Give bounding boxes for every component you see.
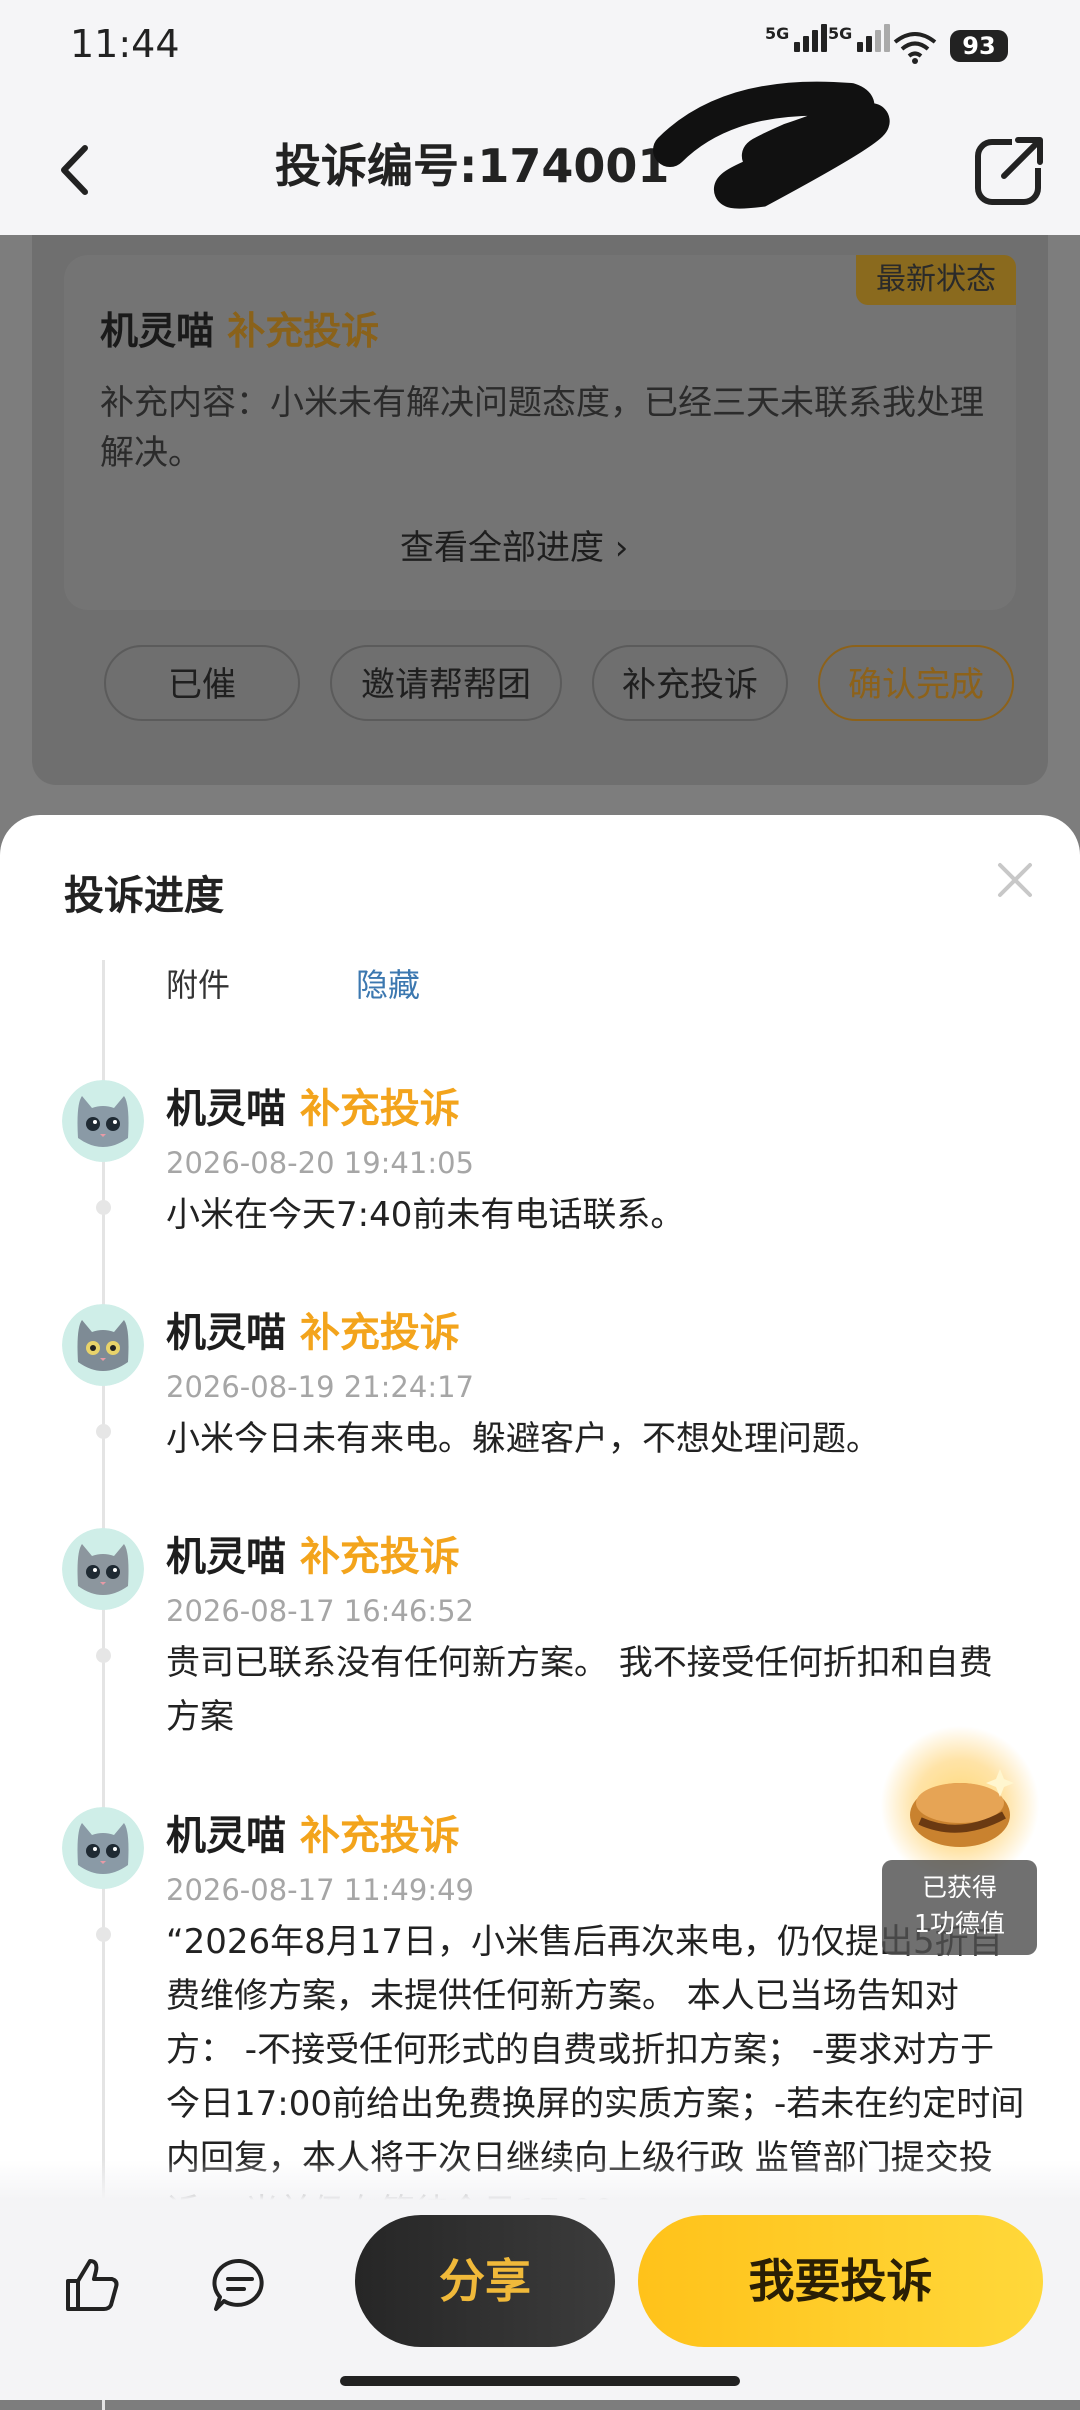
- timeline-dot: [96, 1200, 111, 1215]
- signal-icon-2: 5G: [828, 24, 891, 52]
- app-header: 投诉编号:174001: [0, 100, 1080, 235]
- entry-author: 机灵喵 补充投诉: [166, 1310, 460, 1356]
- cat-avatar-icon: [62, 1304, 144, 1386]
- entry-timestamp: 2026-08-20 19:41:05: [166, 1146, 474, 1180]
- signal-icon: 5G: [765, 24, 828, 52]
- battery-indicator: 93: [950, 30, 1008, 62]
- action-buttons-row: 已催 邀请帮帮团 补充投诉 确认完成: [104, 645, 1014, 721]
- latest-status-badge: 最新状态: [856, 255, 1016, 305]
- latest-entry-author: 机灵喵 补充投诉: [100, 300, 379, 355]
- author-name: 机灵喵: [100, 309, 215, 353]
- entry-author: 机灵喵 补充投诉: [166, 1086, 460, 1132]
- hide-attachment-link[interactable]: 隐藏: [356, 960, 420, 1006]
- timeline-dot: [96, 1927, 111, 1942]
- thumbs-up-icon[interactable]: [62, 2255, 122, 2315]
- share-external-icon[interactable]: [970, 130, 1050, 210]
- back-arrow-icon[interactable]: [40, 130, 120, 210]
- cat-avatar-icon: [62, 1807, 144, 1889]
- comment-icon[interactable]: [210, 2255, 270, 2315]
- invite-help-group-button[interactable]: 邀请帮帮团: [330, 645, 562, 721]
- avatar: [62, 1528, 144, 1610]
- page-title: 投诉编号:174001: [275, 139, 670, 193]
- supplement-complaint-button[interactable]: 补充投诉: [592, 645, 788, 721]
- action-label: 补充投诉: [227, 309, 380, 353]
- sheet-title: 投诉进度: [64, 873, 224, 919]
- entry-timestamp: 2026-08-19 21:24:17: [166, 1370, 474, 1404]
- timeline-dot: [96, 1648, 111, 1663]
- redaction-scribble: [653, 81, 890, 209]
- entry-author: 机灵喵 补充投诉: [166, 1813, 460, 1859]
- close-icon[interactable]: [990, 855, 1040, 905]
- entry-text: 小米在今天7:40前未有电话联系。: [166, 1195, 685, 1235]
- entry-author: 机灵喵 补充投诉: [166, 1534, 460, 1580]
- attachment-label: 附件: [166, 966, 231, 1004]
- cat-avatar-icon: [62, 1528, 144, 1610]
- content-fade: [0, 2160, 1080, 2200]
- clock: 11:44: [70, 22, 180, 66]
- file-complaint-button[interactable]: 我要投诉: [638, 2215, 1043, 2347]
- timeline-dot: [96, 1424, 111, 1439]
- home-indicator[interactable]: [340, 2376, 740, 2386]
- bottom-action-bar: 分享 我要投诉: [0, 2200, 1080, 2400]
- share-button[interactable]: 分享: [355, 2215, 615, 2347]
- entry-timestamp: 2026-08-17 16:46:52: [166, 1594, 474, 1628]
- entry-timestamp: 2026-08-17 11:49:49: [166, 1873, 474, 1907]
- entry-text: 小米今日未有来电。躲避客户，不想处理问题。: [166, 1419, 880, 1459]
- avatar: [62, 1807, 144, 1889]
- merit-widget[interactable]: 已获得 1功德值: [880, 1725, 1040, 1955]
- status-bar: 11:44 5G 5G 93: [0, 0, 1080, 100]
- wooden-fish-icon: [910, 1769, 1014, 1847]
- view-all-progress-link[interactable]: 查看全部进度 ›: [400, 520, 628, 569]
- avatar: [62, 1304, 144, 1386]
- avatar: [62, 1080, 144, 1162]
- merit-toast: 已获得 1功德值: [882, 1860, 1037, 1955]
- urged-button[interactable]: 已催: [104, 645, 300, 721]
- latest-entry-text: 补充内容：小米未有解决问题态度，已经三天未联系我处理解决。: [100, 383, 984, 473]
- cat-avatar-icon: [62, 1080, 144, 1162]
- wifi-icon: [893, 32, 937, 64]
- confirm-complete-button[interactable]: 确认完成: [818, 645, 1014, 721]
